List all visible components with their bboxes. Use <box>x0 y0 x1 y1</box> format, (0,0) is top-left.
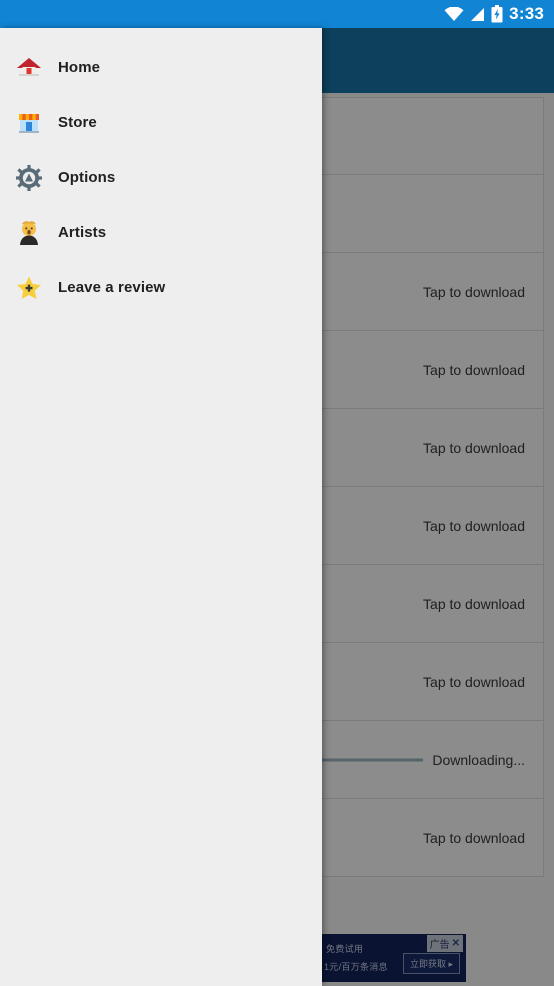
artist-icon <box>0 220 58 246</box>
drawer-item-leave-a-review[interactable]: Leave a review <box>0 260 322 315</box>
store-icon <box>0 110 58 136</box>
wifi-icon <box>444 6 464 22</box>
drawer-item-home[interactable]: Home <box>0 40 322 95</box>
navigation-drawer[interactable]: Home Store Options Artists Leave a review <box>0 28 322 986</box>
drawer-item-list: Home Store Options Artists Leave a review <box>0 28 322 315</box>
drawer-item-artists[interactable]: Artists <box>0 205 322 260</box>
star-icon <box>0 275 58 301</box>
drawer-item-label: Artists <box>58 224 107 241</box>
gear-icon <box>0 164 58 191</box>
drawer-item-store[interactable]: Store <box>0 95 322 150</box>
house-icon <box>0 55 58 81</box>
signal-icon <box>470 7 485 22</box>
drawer-item-options[interactable]: Options <box>0 150 322 205</box>
drawer-item-label: Store <box>58 114 97 131</box>
battery-charging-icon <box>491 5 503 23</box>
drawer-item-label: Options <box>58 169 116 186</box>
drawer-item-label: Leave a review <box>58 279 166 296</box>
status-bar: 3:33 <box>0 0 554 28</box>
screen: Tap to download Tap to download Tap to dow… <box>0 0 554 986</box>
clock: 3:33 <box>509 4 544 23</box>
drawer-item-label: Home <box>58 59 101 76</box>
